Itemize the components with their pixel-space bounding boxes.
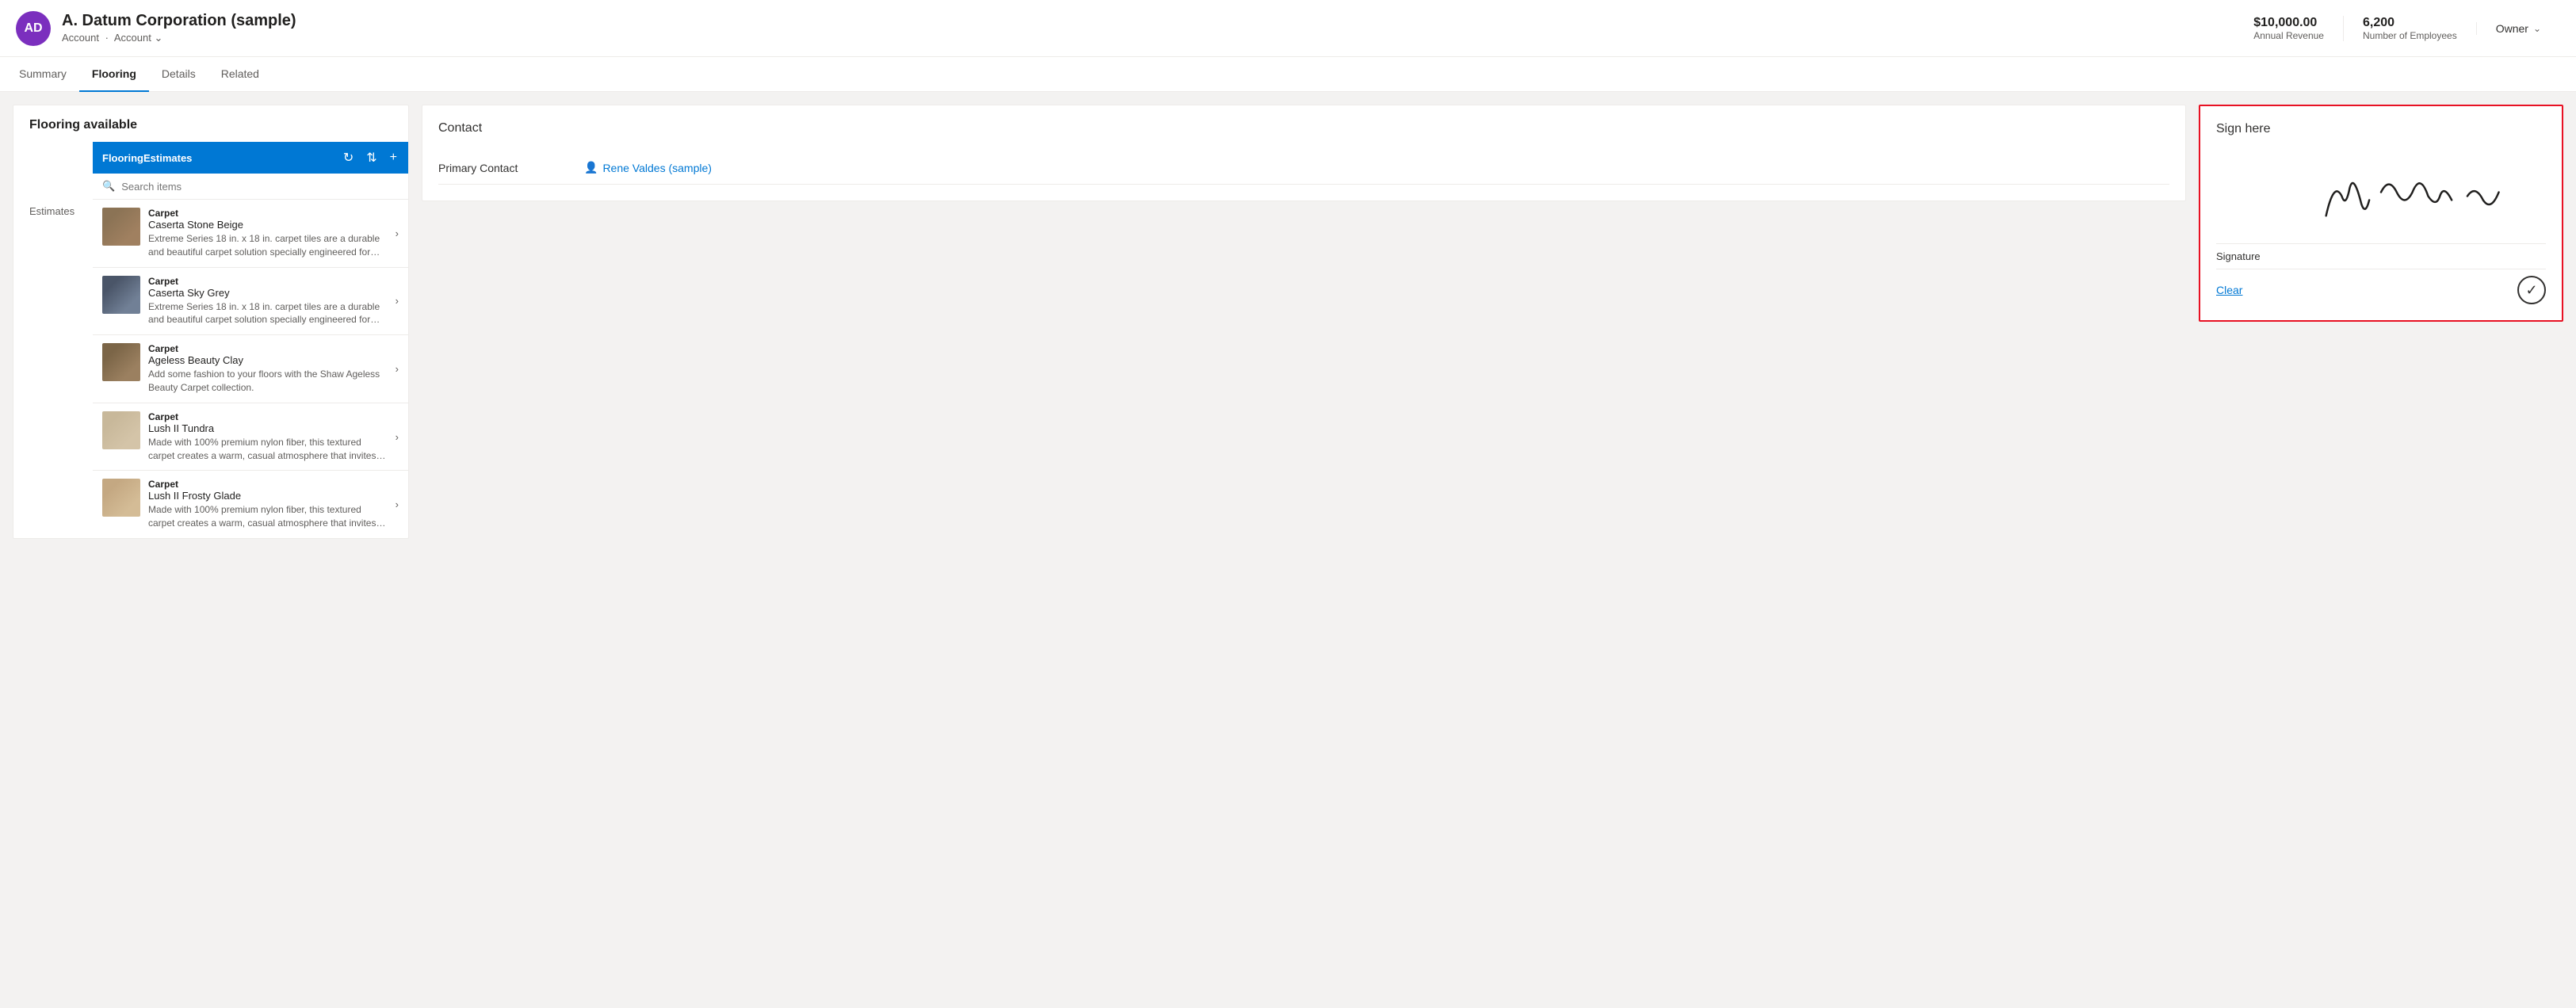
annual-revenue-value: $10,000.00 [2253,16,2324,30]
breadcrumb-part2[interactable]: Account [114,32,151,44]
product-type: Carpet [148,479,388,490]
header: AD A. Datum Corporation (sample) Account… [0,0,2576,57]
sort-button[interactable]: ⇅ [365,148,378,167]
avatar: AD [16,11,51,46]
estimates-label: Estimates [13,142,93,538]
employees-stat: 6,200 Number of Employees [2343,16,2476,41]
product-desc: Made with 100% premium nylon fiber, this… [148,436,388,463]
nav-tabs: Summary Flooring Details Related [0,57,2576,92]
flooring-panel: Flooring available Estimates FlooringEst… [13,105,409,539]
header-info: A. Datum Corporation (sample) Account · … [62,12,296,44]
tab-flooring[interactable]: Flooring [79,57,149,92]
list-item[interactable]: Carpet Lush II Tundra Made with 100% pre… [93,403,408,472]
product-info: Carpet Caserta Sky Grey Extreme Series 1… [148,276,388,327]
product-type: Carpet [148,411,388,422]
contact-panel: Contact Primary Contact 👤 Rene Valdes (s… [422,105,2186,201]
product-info: Carpet Ageless Beauty Clay Add some fash… [148,343,388,395]
refresh-button[interactable]: ↻ [342,148,355,167]
tab-related[interactable]: Related [208,57,272,92]
product-thumb [102,411,140,449]
tab-summary[interactable]: Summary [16,57,79,92]
employees-label: Number of Employees [2363,30,2457,41]
signature-svg [2216,149,2546,243]
signature-label: Signature [2216,250,2546,262]
breadcrumb: Account · Account ⌄ [62,32,296,44]
clear-button[interactable]: Clear [2216,284,2242,296]
main-content: Flooring available Estimates FlooringEst… [0,92,2576,1005]
product-name: Lush II Tundra [148,422,388,434]
search-icon: 🔍 [102,180,115,193]
primary-contact-label: Primary Contact [438,162,565,174]
product-desc: Add some fashion to your floors with the… [148,368,388,395]
sign-title: Sign here [2216,122,2546,136]
product-name: Ageless Beauty Clay [148,354,388,366]
product-name: Lush II Frosty Glade [148,490,388,502]
sign-actions: Clear ✓ [2216,269,2546,304]
contact-row-primary: Primary Contact 👤 Rene Valdes (sample) [438,151,2169,185]
product-thumb [102,276,140,314]
product-name: Caserta Sky Grey [148,287,388,299]
list-item[interactable]: Carpet Caserta Stone Beige Extreme Serie… [93,200,408,268]
product-list: Carpet Caserta Stone Beige Extreme Serie… [93,200,408,538]
chevron-right-icon: › [396,295,399,307]
annual-revenue-stat: $10,000.00 Annual Revenue [2234,16,2343,41]
flooring-estimates-title: FlooringEstimates [102,152,332,164]
product-type: Carpet [148,343,388,354]
confirm-signature-button[interactable]: ✓ [2517,276,2546,304]
page-title: A. Datum Corporation (sample) [62,12,296,30]
primary-contact-value[interactable]: 👤 Rene Valdes (sample) [584,161,712,174]
flooring-panel-title: Flooring available [13,105,408,142]
owner-stat[interactable]: Owner ⌄ [2476,22,2560,35]
chevron-right-icon: › [396,431,399,443]
chevron-right-icon: › [396,498,399,510]
product-info: Carpet Lush II Tundra Made with 100% pre… [148,411,388,463]
estimates-content: FlooringEstimates ↻ ⇅ + 🔍 Carpet Caserta… [93,142,408,538]
product-type: Carpet [148,276,388,287]
list-item[interactable]: Carpet Ageless Beauty Clay Add some fash… [93,335,408,403]
chevron-right-icon: › [396,363,399,375]
primary-contact-name[interactable]: Rene Valdes (sample) [602,162,711,174]
breadcrumb-dropdown[interactable]: ⌄ [154,32,162,44]
product-thumb [102,343,140,381]
product-info: Carpet Caserta Stone Beige Extreme Serie… [148,208,388,259]
signature-canvas[interactable] [2216,149,2546,244]
contact-person-icon: 👤 [584,161,598,174]
flooring-estimates-header: FlooringEstimates ↻ ⇅ + [93,142,408,174]
chevron-down-icon: ⌄ [2533,23,2541,34]
breadcrumb-part1[interactable]: Account [62,32,99,44]
list-item[interactable]: Carpet Lush II Frosty Glade Made with 10… [93,471,408,538]
estimates-layout: Estimates FlooringEstimates ↻ ⇅ + 🔍 [13,142,408,538]
product-thumb [102,479,140,517]
product-thumb [102,208,140,246]
product-desc: Extreme Series 18 in. x 18 in. carpet ti… [148,300,388,327]
header-right: $10,000.00 Annual Revenue 6,200 Number o… [2234,16,2560,41]
sign-panel: Sign here Signature Clear ✓ [2199,105,2563,322]
product-type: Carpet [148,208,388,219]
employees-value: 6,200 [2363,16,2457,30]
chevron-right-icon: › [396,227,399,239]
breadcrumb-sep: · [105,32,109,44]
search-input[interactable] [121,181,399,193]
add-button[interactable]: + [388,149,399,166]
owner-label: Owner [2496,22,2528,35]
tab-details[interactable]: Details [149,57,208,92]
product-name: Caserta Stone Beige [148,219,388,231]
search-bar: 🔍 [93,174,408,200]
header-left: AD A. Datum Corporation (sample) Account… [16,11,296,46]
annual-revenue-label: Annual Revenue [2253,30,2324,41]
product-desc: Extreme Series 18 in. x 18 in. carpet ti… [148,232,388,259]
list-item[interactable]: Carpet Caserta Sky Grey Extreme Series 1… [93,268,408,336]
product-info: Carpet Lush II Frosty Glade Made with 10… [148,479,388,530]
contact-panel-title: Contact [438,121,2169,136]
product-desc: Made with 100% premium nylon fiber, this… [148,503,388,530]
